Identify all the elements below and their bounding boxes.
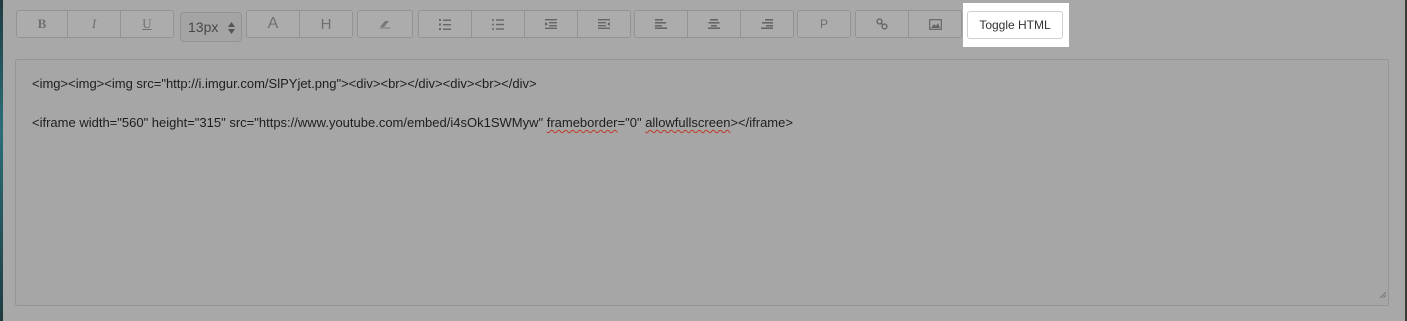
source-line-img: <img><img><img src="http://i.imgur.com/S…	[32, 76, 537, 91]
iframe-code-part1: <iframe width="560" height="315" src="ht…	[32, 115, 547, 130]
iframe-code-part3: ></iframe>	[730, 115, 793, 130]
highlight-button[interactable]: H	[299, 10, 353, 38]
font-color-button[interactable]: A	[246, 10, 300, 38]
indent-button[interactable]	[577, 10, 631, 38]
insert-image-button[interactable]	[908, 10, 962, 38]
italic-button[interactable]: I	[67, 10, 121, 38]
indent-icon	[598, 19, 610, 29]
paragraph-button[interactable]: P	[797, 10, 851, 38]
outdent-button[interactable]	[524, 10, 578, 38]
window-edge-left	[0, 0, 3, 321]
toggle-html-button[interactable]: Toggle HTML	[967, 11, 1063, 39]
unordered-list-icon	[492, 18, 504, 30]
color-group: A H	[246, 10, 353, 38]
align-left-icon	[655, 19, 667, 29]
source-line-iframe: <iframe width="560" height="315" src="ht…	[32, 115, 793, 130]
font-size-value: 13px	[188, 19, 219, 35]
text-style-group: B I U	[16, 10, 174, 38]
align-center-button[interactable]	[687, 10, 741, 38]
eraser-icon	[379, 19, 391, 29]
align-left-button[interactable]	[634, 10, 688, 38]
spellcheck-word-frameborder: frameborder	[546, 115, 618, 130]
ordered-list-icon	[439, 18, 451, 30]
unordered-list-button[interactable]	[471, 10, 525, 38]
iframe-code-part2: ="0"	[617, 115, 646, 130]
align-right-icon	[761, 19, 773, 29]
align-right-button[interactable]	[740, 10, 794, 38]
align-center-icon	[708, 19, 720, 29]
resize-handle-icon[interactable]	[1379, 285, 1387, 303]
toggle-html-highlight: Toggle HTML	[963, 3, 1069, 47]
outdent-icon	[545, 19, 557, 29]
ordered-list-button[interactable]	[418, 10, 472, 38]
link-icon	[876, 18, 888, 30]
select-arrows-icon	[228, 21, 235, 37]
underline-button[interactable]: U	[120, 10, 174, 38]
insert-link-button[interactable]	[855, 10, 909, 38]
clear-format-button[interactable]	[357, 10, 413, 38]
spellcheck-word-allowfullscreen: allowfullscreen	[645, 115, 731, 130]
paragraph-group: P	[797, 10, 851, 38]
html-source-textarea[interactable]: <img><img><img src="http://i.imgur.com/S…	[15, 59, 1389, 306]
list-group	[418, 10, 631, 38]
clear-format-group	[357, 10, 413, 38]
bold-button[interactable]: B	[16, 10, 68, 38]
image-icon	[928, 18, 942, 30]
insert-group	[855, 10, 962, 38]
font-size-select[interactable]: 13px	[180, 12, 242, 42]
alignment-group	[634, 10, 794, 38]
